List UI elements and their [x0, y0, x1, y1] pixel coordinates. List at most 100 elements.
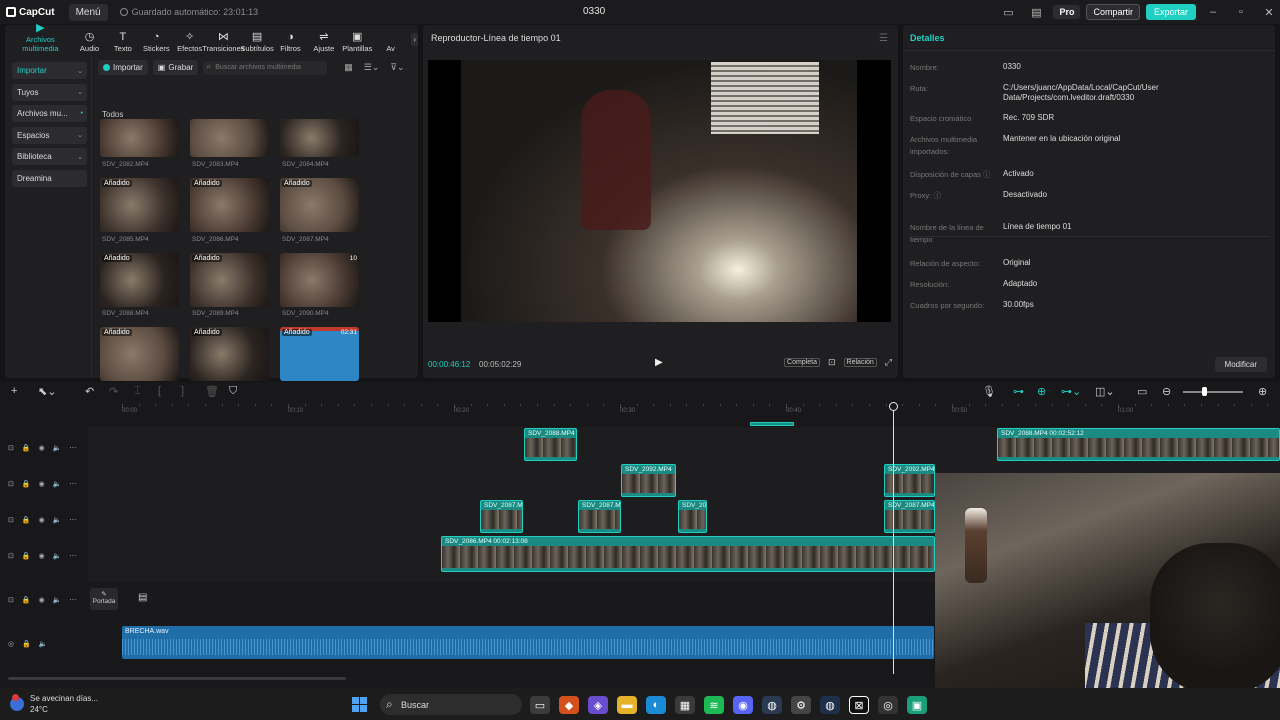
maximize-icon[interactable]: ▫ — [1230, 6, 1252, 18]
timeline-clip[interactable]: SDV_2087.MP4 — [884, 500, 935, 533]
tab-9[interactable]: ▣ Plantillas — [341, 31, 374, 53]
filter-icon[interactable]: ⊽⌄ — [390, 62, 404, 73]
speaker-icon[interactable]: 🔈 — [53, 444, 62, 452]
timeline-clip[interactable]: SDV_2086.MP4 00:02:13:08 — [441, 536, 935, 572]
menu-button[interactable]: Menú — [68, 3, 108, 21]
more-icon[interactable]: ⋯ — [69, 444, 76, 452]
film-icon[interactable]: ▤ — [138, 592, 147, 603]
export-button[interactable]: Exportar — [1145, 4, 1196, 20]
discord-icon[interactable]: ◉ — [733, 696, 753, 714]
sidebar-item-5[interactable]: Dreamina — [12, 169, 87, 187]
track-type-icon[interactable]: ⊡ — [8, 516, 14, 524]
close-icon[interactable]: ✕ — [1258, 6, 1280, 19]
redo-icon[interactable]: ↷ — [109, 385, 118, 398]
pro-button[interactable]: Pro — [1053, 5, 1081, 19]
caption-icon[interactable]: ▭ — [1137, 385, 1147, 398]
magnet-icon[interactable]: ⊕ — [1037, 385, 1046, 398]
taskbar-search[interactable]: Buscar — [380, 694, 522, 715]
lock-icon[interactable]: 🔒 — [22, 480, 31, 488]
tab-3[interactable]: ◔ Stickers — [140, 31, 173, 53]
split-icon[interactable]: ⌶ — [134, 385, 141, 398]
tab-10[interactable]: Av — [374, 43, 407, 53]
file-explorer-icon[interactable]: ▬ — [617, 696, 637, 714]
steam-alt-icon[interactable]: ◍ — [820, 696, 840, 714]
tabs-more-icon[interactable]: › — [411, 32, 418, 46]
sidebar-item-4[interactable]: Biblioteca ⌄ — [12, 148, 87, 165]
lock-icon[interactable]: 🔒 — [22, 596, 31, 604]
video-preview[interactable] — [428, 60, 891, 322]
sort-icon[interactable]: ☰⌄ — [364, 62, 380, 73]
edge-icon[interactable]: ◐ — [646, 696, 666, 714]
media-search-input[interactable]: Buscar archivos multimedia — [203, 60, 328, 75]
track-type-icon[interactable]: ⊡ — [8, 552, 14, 560]
more-icon[interactable]: ⋯ — [69, 596, 76, 604]
modify-button[interactable]: Modificar — [1214, 357, 1267, 372]
speaker-icon[interactable]: 🔈 — [53, 552, 62, 560]
timeline-clip[interactable]: SDV_2087.M — [578, 500, 621, 533]
media-thumbnail[interactable]: Añadido — [190, 178, 269, 232]
split-right-icon[interactable]: ] — [181, 385, 184, 397]
tab-0[interactable]: ▶ Archivos multimedia — [8, 22, 73, 53]
media-thumbnail[interactable]: Añadido — [190, 327, 269, 381]
speaker-icon[interactable]: 🔈 — [53, 480, 62, 488]
copilot-icon[interactable]: ◈ — [588, 696, 608, 714]
sidebar-item-1[interactable]: Tuyos ⌄ — [12, 83, 87, 101]
eye-icon[interactable]: ◉ — [39, 480, 45, 488]
playhead-handle[interactable] — [889, 402, 898, 411]
media-thumbnail[interactable] — [280, 119, 359, 157]
record-button[interactable]: ▣ Grabar — [152, 60, 199, 75]
media-thumbnail[interactable]: Añadido — [280, 178, 359, 232]
windows-start-icon[interactable] — [352, 697, 367, 712]
more-icon[interactable]: ⋯ — [69, 516, 76, 524]
more-icon[interactable]: ⋯ — [69, 552, 76, 560]
shortcuts-icon[interactable]: ▤ — [1025, 6, 1047, 19]
sidebar-item-3[interactable]: Espacios ⌄ — [12, 126, 87, 144]
snapshot-icon[interactable]: ⊡ — [828, 357, 836, 368]
playhead[interactable] — [893, 404, 894, 674]
zoom-slider[interactable] — [1183, 391, 1243, 393]
ratio-button[interactable]: Relación — [843, 358, 877, 367]
tab-1[interactable]: ◷ Audio — [73, 31, 106, 53]
minimize-icon[interactable]: – — [1202, 6, 1224, 18]
sidebar-item-2[interactable]: Archivos mu... • — [12, 105, 87, 122]
media-thumbnail[interactable]: Añadido — [100, 178, 179, 232]
timeline-clip[interactable]: SDV_2092.MP4 — [621, 464, 676, 497]
media-thumbnail[interactable]: 10 — [280, 253, 359, 307]
timeline-clip[interactable] — [750, 422, 794, 426]
more-icon[interactable]: ⋯ — [69, 480, 76, 488]
task-view-icon[interactable]: ▭ — [530, 696, 550, 714]
play-icon[interactable]: ▶ — [655, 357, 663, 368]
tab-5[interactable]: ⋈ Transiciones — [202, 31, 244, 53]
lock-icon[interactable]: 🔒 — [22, 444, 31, 452]
split-left-icon[interactable]: [ — [158, 385, 161, 397]
import-button[interactable]: Importar — [98, 60, 148, 75]
eye-icon[interactable]: ◉ — [39, 552, 45, 560]
layout-icon[interactable]: ▭ — [997, 6, 1019, 19]
audio-thumbnail[interactable]: Añadido 02:31 — [280, 327, 359, 381]
cover-button[interactable]: ✎ Portada — [90, 588, 118, 610]
settings-icon[interactable]: ⚙ — [791, 696, 811, 714]
timeline-clip[interactable]: SDV_2092.MP4 00:02:19:20 — [884, 464, 935, 497]
steam-icon[interactable]: ◍ — [762, 696, 782, 714]
zoom-out-icon[interactable]: ⊖ — [1162, 385, 1171, 398]
brave-icon[interactable]: ◆ — [559, 696, 579, 714]
eye-icon[interactable]: ◉ — [39, 516, 45, 524]
timeline-clip[interactable]: SDV_2087.M — [480, 500, 523, 533]
timeline-clip[interactable]: SDV_2088.MP4 — [524, 428, 577, 461]
track-type-icon[interactable]: ⊡ — [8, 480, 14, 488]
speaker-icon[interactable]: 🔈 — [53, 596, 62, 604]
preview-axis-icon[interactable]: ◫⌄ — [1095, 385, 1115, 398]
timeline-ruler[interactable]: 00:00 00:10 00:20 00:30 00:40 00:50 01:00 — [122, 404, 1280, 418]
shield-icon[interactable]: ⛉ — [229, 385, 237, 398]
media-thumbnail[interactable]: Añadido — [190, 253, 269, 307]
add-icon[interactable]: + — [11, 385, 17, 397]
track-type-icon[interactable]: ⊡ — [8, 596, 14, 604]
timeline-clip[interactable]: SDV_208 — [678, 500, 707, 533]
media-thumbnail[interactable] — [190, 119, 269, 157]
share-button[interactable]: Compartir — [1086, 4, 1140, 20]
speaker-icon[interactable]: 🔈 — [53, 516, 62, 524]
media-thumbnail[interactable]: Añadido — [100, 327, 179, 381]
tab-8[interactable]: ⇌ Ajuste — [307, 31, 340, 53]
lock-icon[interactable]: 🔒 — [22, 640, 31, 648]
speaker-icon[interactable]: 🔈 — [39, 640, 48, 648]
